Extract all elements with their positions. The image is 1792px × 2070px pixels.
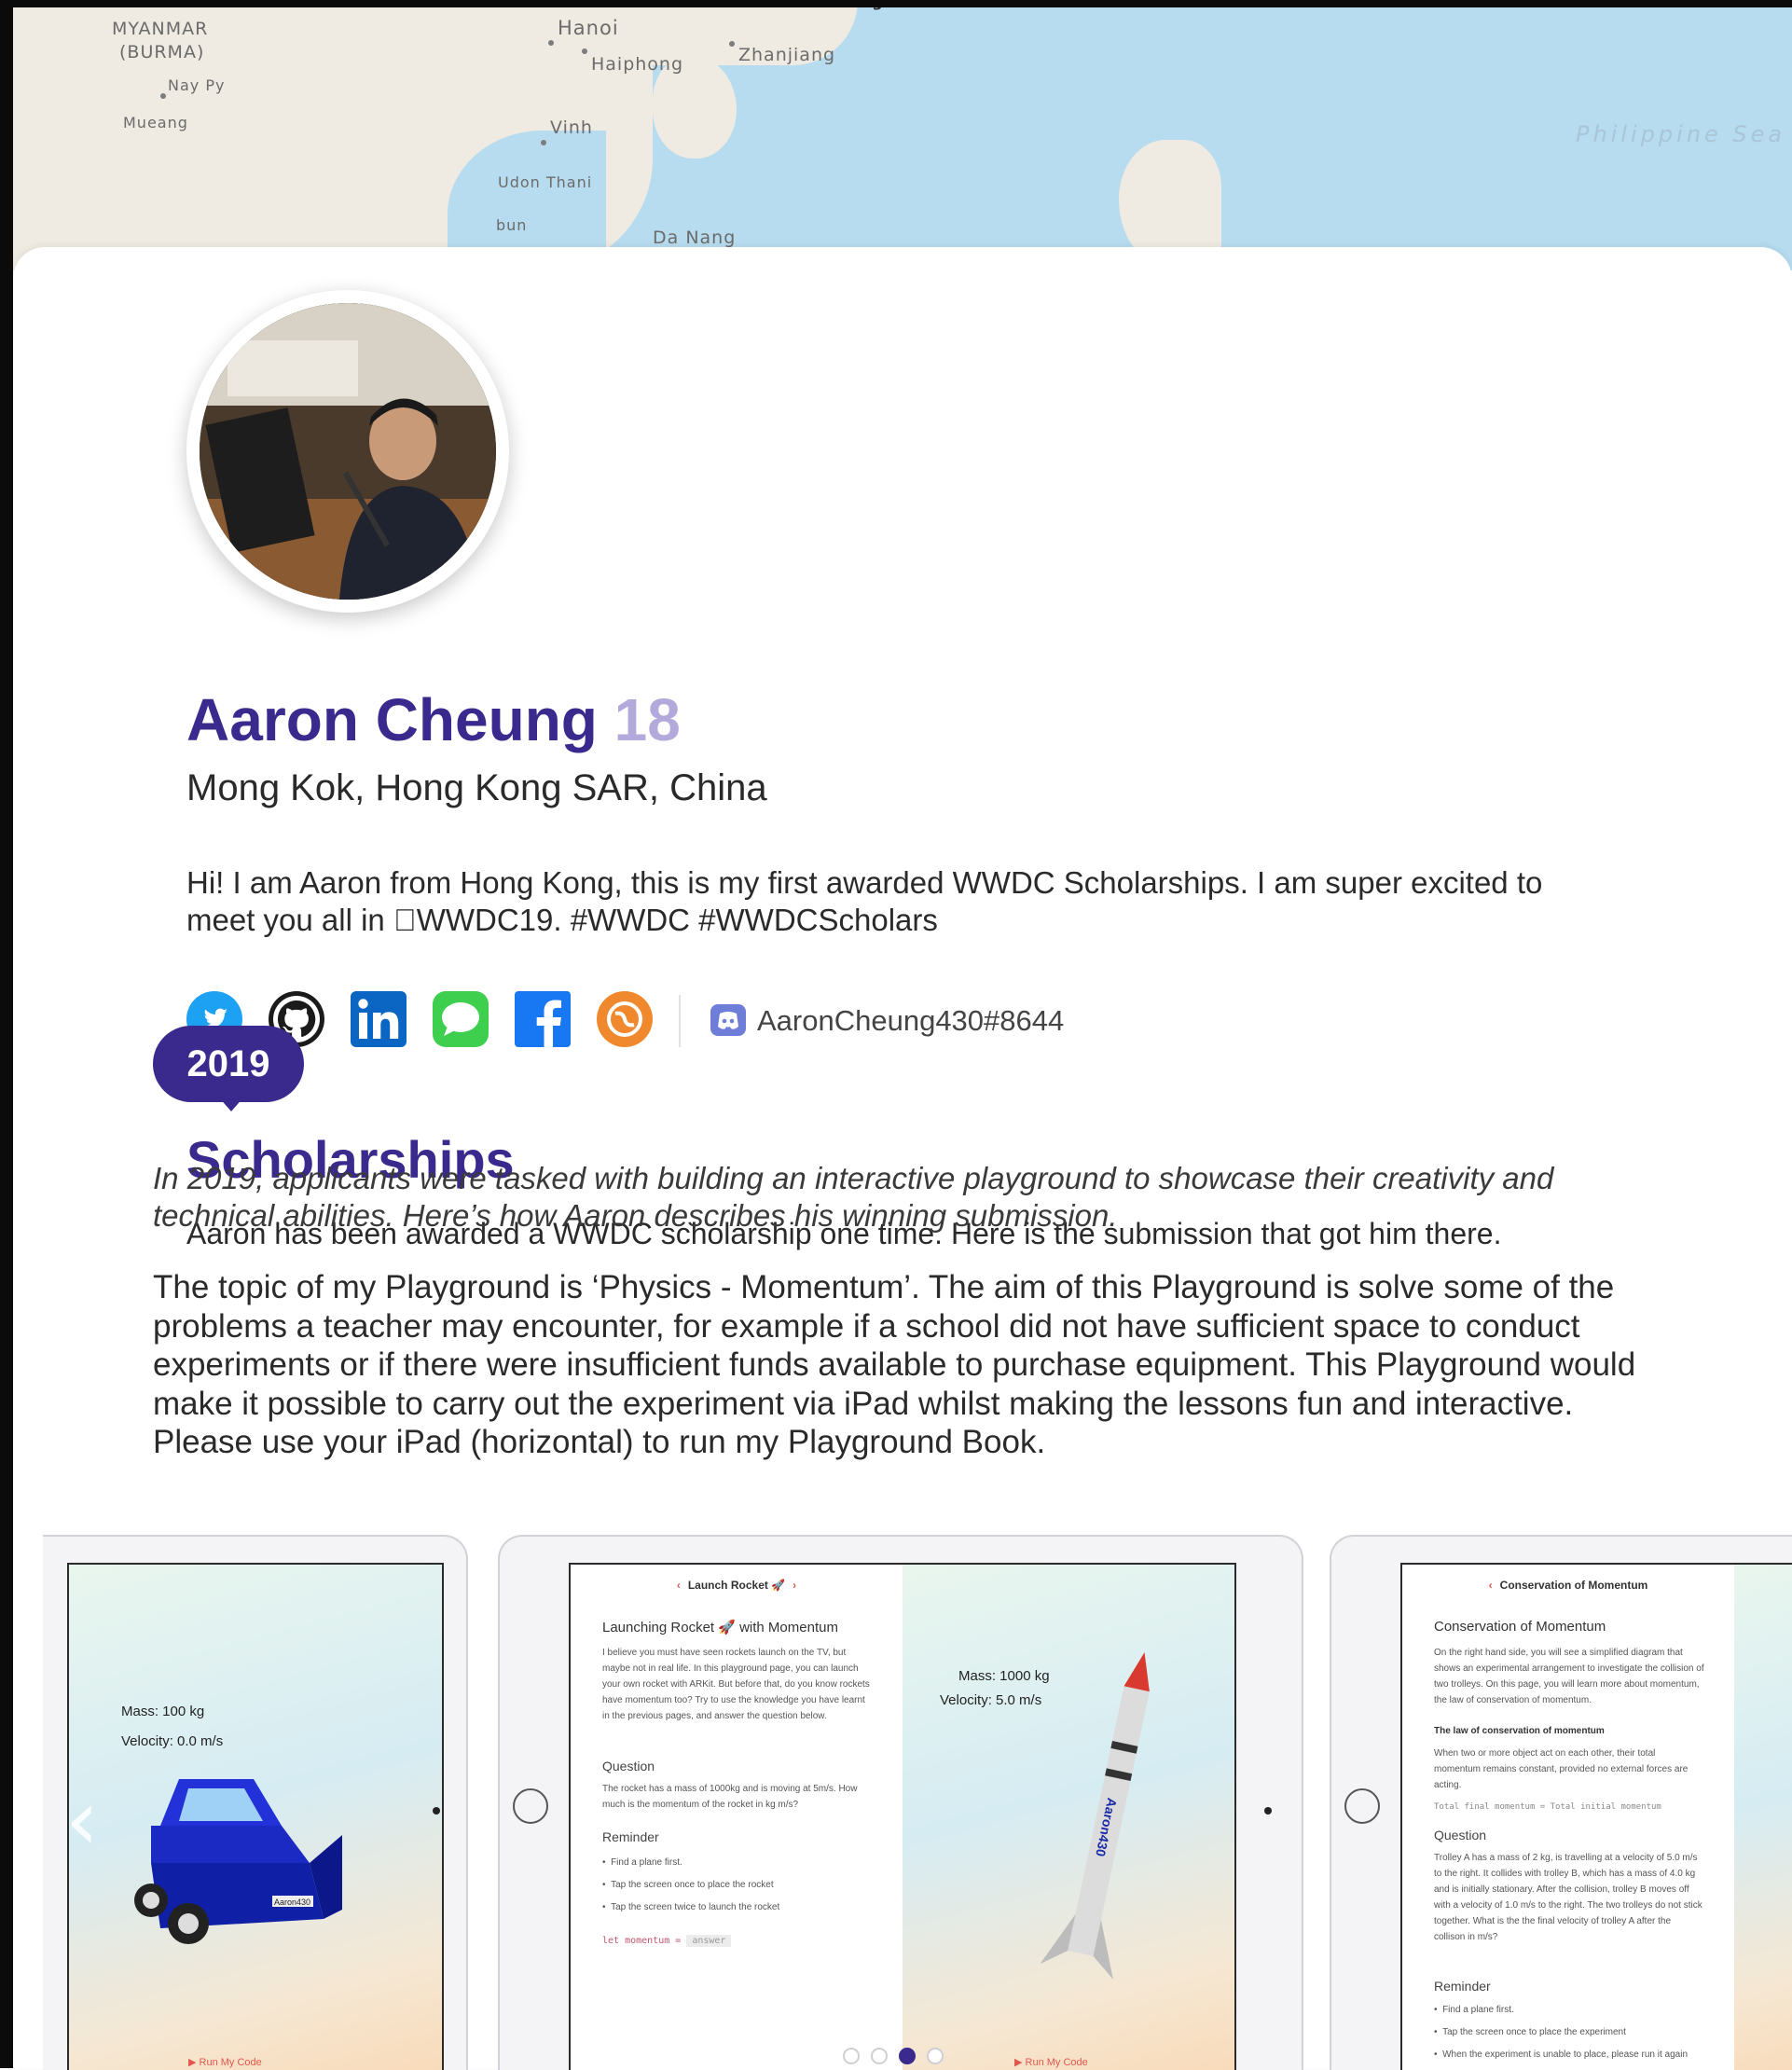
front-camera xyxy=(433,1807,440,1815)
page-title: Conservation of Momentum xyxy=(1434,1619,1606,1635)
reminder-item: • Tap the screen twice to launch the roc… xyxy=(602,1902,780,1912)
screenshot-3-screen: ‹ Conservation of Momentum Conservation … xyxy=(1400,1563,1792,2070)
map-pin xyxy=(160,93,166,99)
map-pin xyxy=(548,40,554,46)
map-label-myanmar: MYANMAR xyxy=(112,19,209,39)
car-model: Aaron430 xyxy=(134,1779,342,1944)
profile-bio: Hi! I am Aaron from Hong Kong, this is m… xyxy=(186,865,1543,937)
question-heading: Question xyxy=(602,1759,655,1773)
question-text: Trolley A has a mass of 2 kg, is travell… xyxy=(1434,1853,1702,1942)
carousel-next-icon[interactable]: › xyxy=(1675,1772,1708,1870)
submission-intro: In 2019, applicants were tasked with bui… xyxy=(153,1161,1554,1233)
car-badge: Aaron430 xyxy=(274,1898,310,1907)
avatar xyxy=(186,290,509,613)
page-intro: I believe you must have seen rockets lau… xyxy=(602,1648,870,1721)
reminder-item: • When the experiment is unable to place… xyxy=(1434,2049,1689,2060)
chevron-left-icon[interactable]: ‹ xyxy=(677,1579,681,1592)
pager-dot[interactable] xyxy=(871,2048,888,2064)
social-links: AaronCheung430#8644 xyxy=(186,991,1305,1051)
profile-name-text: Aaron Cheung xyxy=(186,686,598,753)
velocity-readout: Velocity: 0.0 m/s xyxy=(121,1733,224,1749)
page-title: Launching Rocket 🚀 with Momentum xyxy=(602,1620,838,1635)
map-label-haiphong: Haiphong xyxy=(591,54,684,75)
screen-edge-top xyxy=(0,0,1792,7)
screenshot-3[interactable]: ‹ Conservation of Momentum Conservation … xyxy=(1330,1535,1792,2070)
map-label-naypyidaw: Nay Py xyxy=(168,76,226,94)
screenshot-2-screen: ‹ Launch Rocket 🚀 › Launching Rocket 🚀 w… xyxy=(569,1563,1236,2070)
live-view xyxy=(1734,1565,1792,2070)
chevron-right-icon[interactable]: › xyxy=(793,1579,796,1592)
reminder-item: • Tap the screen once to place the rocke… xyxy=(602,1880,774,1890)
profile-age: 18 xyxy=(613,686,681,753)
reminder-item: • Tap the screen once to place the exper… xyxy=(1434,2027,1626,2037)
answer-field[interactable]: answer xyxy=(686,1935,732,1947)
home-button xyxy=(1344,1788,1380,1824)
carousel-pager xyxy=(843,2048,964,2064)
profile-name: Aaron Cheung 18 xyxy=(186,685,681,754)
run-my-code-label: Run My Code xyxy=(199,2057,262,2068)
mass-readout: Mass: 100 kg xyxy=(121,1704,205,1719)
location-map: MYANMAR (BURMA) Nay Py Mueang Hanoi Haip… xyxy=(0,0,1792,270)
map-label-bun: bun xyxy=(496,216,528,234)
law-heading: The law of conservation of momentum xyxy=(1434,1726,1605,1736)
screenshot-1-screen: Mass: 100 kg Velocity: 0.0 m/s Aaron430 … xyxy=(67,1563,444,2070)
live-view: Mass: 100 kg Velocity: 0.0 m/s Aaron430 … xyxy=(69,1565,442,2070)
screenshot-1[interactable]: Mass: 100 kg Velocity: 0.0 m/s Aaron430 … xyxy=(43,1535,468,2070)
map-pin xyxy=(729,41,735,47)
question-text: The rocket has a mass of 1000kg and is m… xyxy=(602,1784,858,1810)
year-tab-2019[interactable]: 2019 xyxy=(153,1026,304,1102)
map-label-hanoi: Hanoi xyxy=(558,17,619,39)
website-icon[interactable] xyxy=(597,991,653,1047)
screen-edge-left xyxy=(0,0,13,2068)
reminder-item: • Find a plane first. xyxy=(602,1857,682,1868)
pager-dot-active[interactable] xyxy=(899,2048,916,2064)
profile-location: Mong Kok, Hong Kong SAR, China xyxy=(186,767,767,808)
reminder-heading: Reminder xyxy=(602,1829,659,1844)
run-my-code-button[interactable]: ▶ Run My Code xyxy=(188,2056,262,2068)
map-label-zhanjiang: Zhanjiang xyxy=(738,45,836,65)
reminder-heading: Reminder xyxy=(1434,1979,1491,1994)
carousel-prev-icon[interactable]: ‹ xyxy=(65,1772,99,1870)
question-heading: Question xyxy=(1434,1828,1487,1842)
pager-dot[interactable] xyxy=(843,2048,860,2064)
map-label-da-nang: Da Nang xyxy=(653,228,737,248)
map-pin xyxy=(541,140,546,145)
map-pin xyxy=(582,48,587,54)
page-nav-title: Conservation of Momentum xyxy=(1499,1579,1648,1592)
screenshot-2[interactable]: ‹ Launch Rocket 🚀 › Launching Rocket 🚀 w… xyxy=(498,1535,1303,2070)
imessage-icon[interactable] xyxy=(433,991,489,1047)
map-label-udon-thani: Udon Thani xyxy=(498,173,593,191)
reminder-item: • Find a plane first. xyxy=(1434,2005,1514,2015)
linkedin-icon[interactable] xyxy=(351,991,407,1047)
map-label-mueang: Mueang xyxy=(123,114,188,131)
discord-username[interactable]: AaronCheung430#8644 xyxy=(757,1004,1064,1038)
pager-dot[interactable] xyxy=(927,2048,944,2064)
front-camera xyxy=(1264,1807,1272,1815)
law-text: When two or more object act on each othe… xyxy=(1434,1748,1689,1790)
avatar-photo xyxy=(200,303,496,600)
rocket-model: Aaron430 xyxy=(1040,1652,1150,1980)
page-intro: On the right hand side, you will see a s… xyxy=(1434,1648,1704,1705)
playground-page: ‹ Launch Rocket 🚀 › Launching Rocket 🚀 w… xyxy=(571,1565,903,2070)
social-divider xyxy=(679,995,681,1047)
discord-icon xyxy=(710,1004,746,1036)
run-my-code-button[interactable]: ▶ Run My Code xyxy=(1014,2056,1088,2068)
page-navbar: ‹ Conservation of Momentum xyxy=(1402,1565,1734,1606)
page-nav-title: Launch Rocket 🚀 xyxy=(687,1579,786,1592)
map-label-vinh: Vinh xyxy=(550,117,593,138)
run-my-code-label: Run My Code xyxy=(1025,2057,1088,2068)
map-label-philippine-sea: Philippine Sea xyxy=(1576,121,1786,147)
formula: Total final momentum = Total initial mom… xyxy=(1434,1802,1661,1812)
map-label-burma: (BURMA) xyxy=(119,42,205,62)
live-view: Mass: 1000 kg Velocity: 5.0 m/s Aaron430… xyxy=(903,1565,1234,2070)
submission-description: The topic of my Playground is ‘Physics -… xyxy=(153,1269,1636,1460)
facebook-icon[interactable] xyxy=(515,991,571,1047)
page-navbar: ‹ Launch Rocket 🚀 › xyxy=(571,1565,903,1606)
code-line: let momentum = answer xyxy=(602,1935,732,1947)
chevron-left-icon[interactable]: ‹ xyxy=(1489,1579,1493,1592)
year-tab-pointer xyxy=(218,1097,244,1111)
home-button xyxy=(513,1788,548,1824)
